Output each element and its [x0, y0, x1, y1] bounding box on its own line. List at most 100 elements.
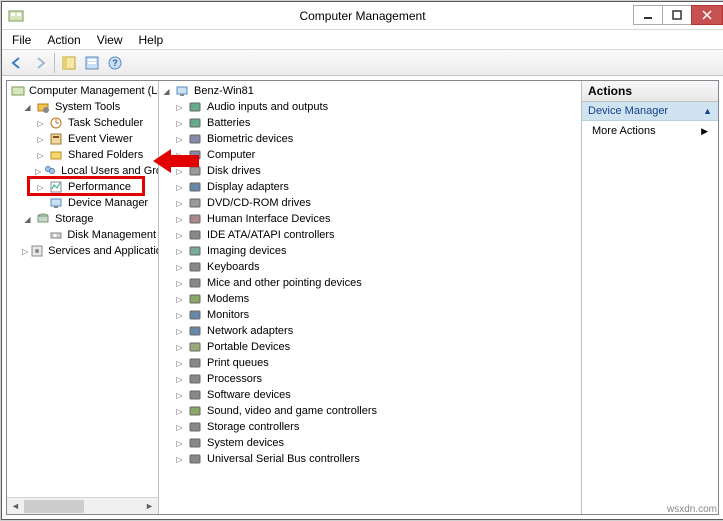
tree-task-scheduler[interactable]: Task Scheduler	[9, 115, 158, 131]
expand-icon[interactable]	[174, 166, 185, 177]
window: Computer Management File Action View Hel…	[1, 1, 723, 520]
expand-icon[interactable]	[174, 406, 185, 417]
device-category[interactable]: Biometric devices	[161, 131, 581, 147]
expand-icon[interactable]	[174, 246, 185, 257]
device-category[interactable]: Storage controllers	[161, 419, 581, 435]
device-category[interactable]: Computer	[161, 147, 581, 163]
expand-icon[interactable]	[174, 118, 185, 129]
horizontal-scrollbar[interactable]: ◄ ►	[7, 497, 158, 514]
expand-icon[interactable]	[174, 454, 185, 465]
tree-event-viewer[interactable]: Event Viewer	[9, 131, 158, 147]
device-category[interactable]: Modems	[161, 291, 581, 307]
device-root[interactable]: Benz-Win81	[161, 83, 581, 99]
scroll-thumb[interactable]	[24, 500, 84, 513]
minimize-button[interactable]	[633, 5, 663, 25]
forward-button[interactable]	[29, 52, 51, 74]
expand-icon[interactable]	[35, 118, 46, 129]
tree-storage[interactable]: Storage	[9, 211, 158, 227]
device-category-label: Modems	[205, 293, 251, 305]
expand-icon[interactable]	[174, 230, 185, 241]
tree-disk-management[interactable]: Disk Management	[9, 227, 158, 243]
device-category[interactable]: Network adapters	[161, 323, 581, 339]
expand-icon[interactable]	[35, 134, 46, 145]
device-category[interactable]: IDE ATA/ATAPI controllers	[161, 227, 581, 243]
expand-icon[interactable]	[35, 182, 46, 193]
tree-device-manager[interactable]: Device Manager	[9, 195, 158, 211]
actions-header: Actions	[582, 81, 718, 102]
expand-icon[interactable]	[174, 422, 185, 433]
device-category[interactable]: Software devices	[161, 387, 581, 403]
menu-view[interactable]: View	[89, 31, 131, 49]
back-button[interactable]	[6, 52, 28, 74]
device-tree[interactable]: Benz-Win81 Audio inputs and outputsBatte…	[159, 81, 581, 469]
menu-help[interactable]: Help	[131, 31, 172, 49]
device-category[interactable]: Mice and other pointing devices	[161, 275, 581, 291]
expand-icon[interactable]	[161, 86, 172, 97]
expand-icon[interactable]	[174, 214, 185, 225]
expand-icon[interactable]	[22, 102, 33, 113]
device-category[interactable]: Human Interface Devices	[161, 211, 581, 227]
device-category[interactable]: Keyboards	[161, 259, 581, 275]
computer-management-icon	[11, 83, 25, 99]
expand-icon[interactable]	[174, 150, 185, 161]
device-category[interactable]: Imaging devices	[161, 243, 581, 259]
expand-icon[interactable]	[174, 358, 185, 369]
scroll-right-button[interactable]: ►	[141, 498, 158, 515]
expand-icon[interactable]	[174, 342, 185, 353]
expand-icon[interactable]	[22, 246, 28, 257]
expand-icon[interactable]	[174, 182, 185, 193]
tree-shared-folders[interactable]: Shared Folders	[9, 147, 158, 163]
show-hide-tree-button[interactable]	[58, 52, 80, 74]
expand-icon[interactable]	[174, 374, 185, 385]
expand-icon[interactable]	[174, 278, 185, 289]
console-tree[interactable]: Computer Management (Local System Tools …	[7, 81, 158, 497]
expand-icon[interactable]	[174, 390, 185, 401]
device-category[interactable]: Batteries	[161, 115, 581, 131]
device-category[interactable]: System devices	[161, 435, 581, 451]
device-category-label: Software devices	[205, 389, 293, 401]
tree-system-tools[interactable]: System Tools	[9, 99, 158, 115]
scroll-track[interactable]	[24, 498, 141, 515]
expand-icon[interactable]	[174, 198, 185, 209]
tree-root-computer-management[interactable]: Computer Management (Local	[9, 83, 158, 99]
device-category[interactable]: Audio inputs and outputs	[161, 99, 581, 115]
expand-icon[interactable]	[174, 102, 185, 113]
disk-management-icon	[48, 227, 64, 243]
device-category[interactable]: Display adapters	[161, 179, 581, 195]
expand-icon[interactable]	[22, 214, 33, 225]
device-category[interactable]: Portable Devices	[161, 339, 581, 355]
properties-button[interactable]	[81, 52, 103, 74]
expand-icon[interactable]	[174, 310, 185, 321]
expand-icon[interactable]	[174, 134, 185, 145]
device-category[interactable]: Processors	[161, 371, 581, 387]
expand-icon[interactable]	[174, 294, 185, 305]
tree-services-applications[interactable]: Services and Applications	[9, 243, 158, 259]
device-category-icon	[187, 163, 203, 179]
menu-file[interactable]: File	[4, 31, 39, 49]
help-button[interactable]: ?	[104, 52, 126, 74]
scroll-left-button[interactable]: ◄	[7, 498, 24, 515]
device-category-icon	[187, 275, 203, 291]
expand-icon[interactable]	[174, 438, 185, 449]
expand-icon[interactable]	[35, 150, 46, 161]
actions-more-actions[interactable]: More Actions ▶	[582, 121, 718, 141]
expand-icon[interactable]	[35, 166, 41, 177]
collapse-icon[interactable]: ▲	[703, 106, 712, 116]
tree-local-users-groups[interactable]: Local Users and Groups	[9, 163, 158, 179]
services-icon	[30, 243, 44, 259]
maximize-button[interactable]	[662, 5, 692, 25]
menu-action[interactable]: Action	[39, 31, 88, 49]
device-category[interactable]: Print queues	[161, 355, 581, 371]
device-category[interactable]: Disk drives	[161, 163, 581, 179]
device-category[interactable]: Universal Serial Bus controllers	[161, 451, 581, 467]
tree-performance[interactable]: Performance	[9, 179, 158, 195]
actions-section-title[interactable]: Device Manager ▲	[582, 102, 718, 121]
device-category[interactable]: Monitors	[161, 307, 581, 323]
expand-icon[interactable]	[174, 326, 185, 337]
storage-icon	[35, 211, 51, 227]
device-category-label: Mice and other pointing devices	[205, 277, 364, 289]
device-category[interactable]: DVD/CD-ROM drives	[161, 195, 581, 211]
expand-icon[interactable]	[174, 262, 185, 273]
close-button[interactable]	[691, 5, 723, 25]
device-category[interactable]: Sound, video and game controllers	[161, 403, 581, 419]
